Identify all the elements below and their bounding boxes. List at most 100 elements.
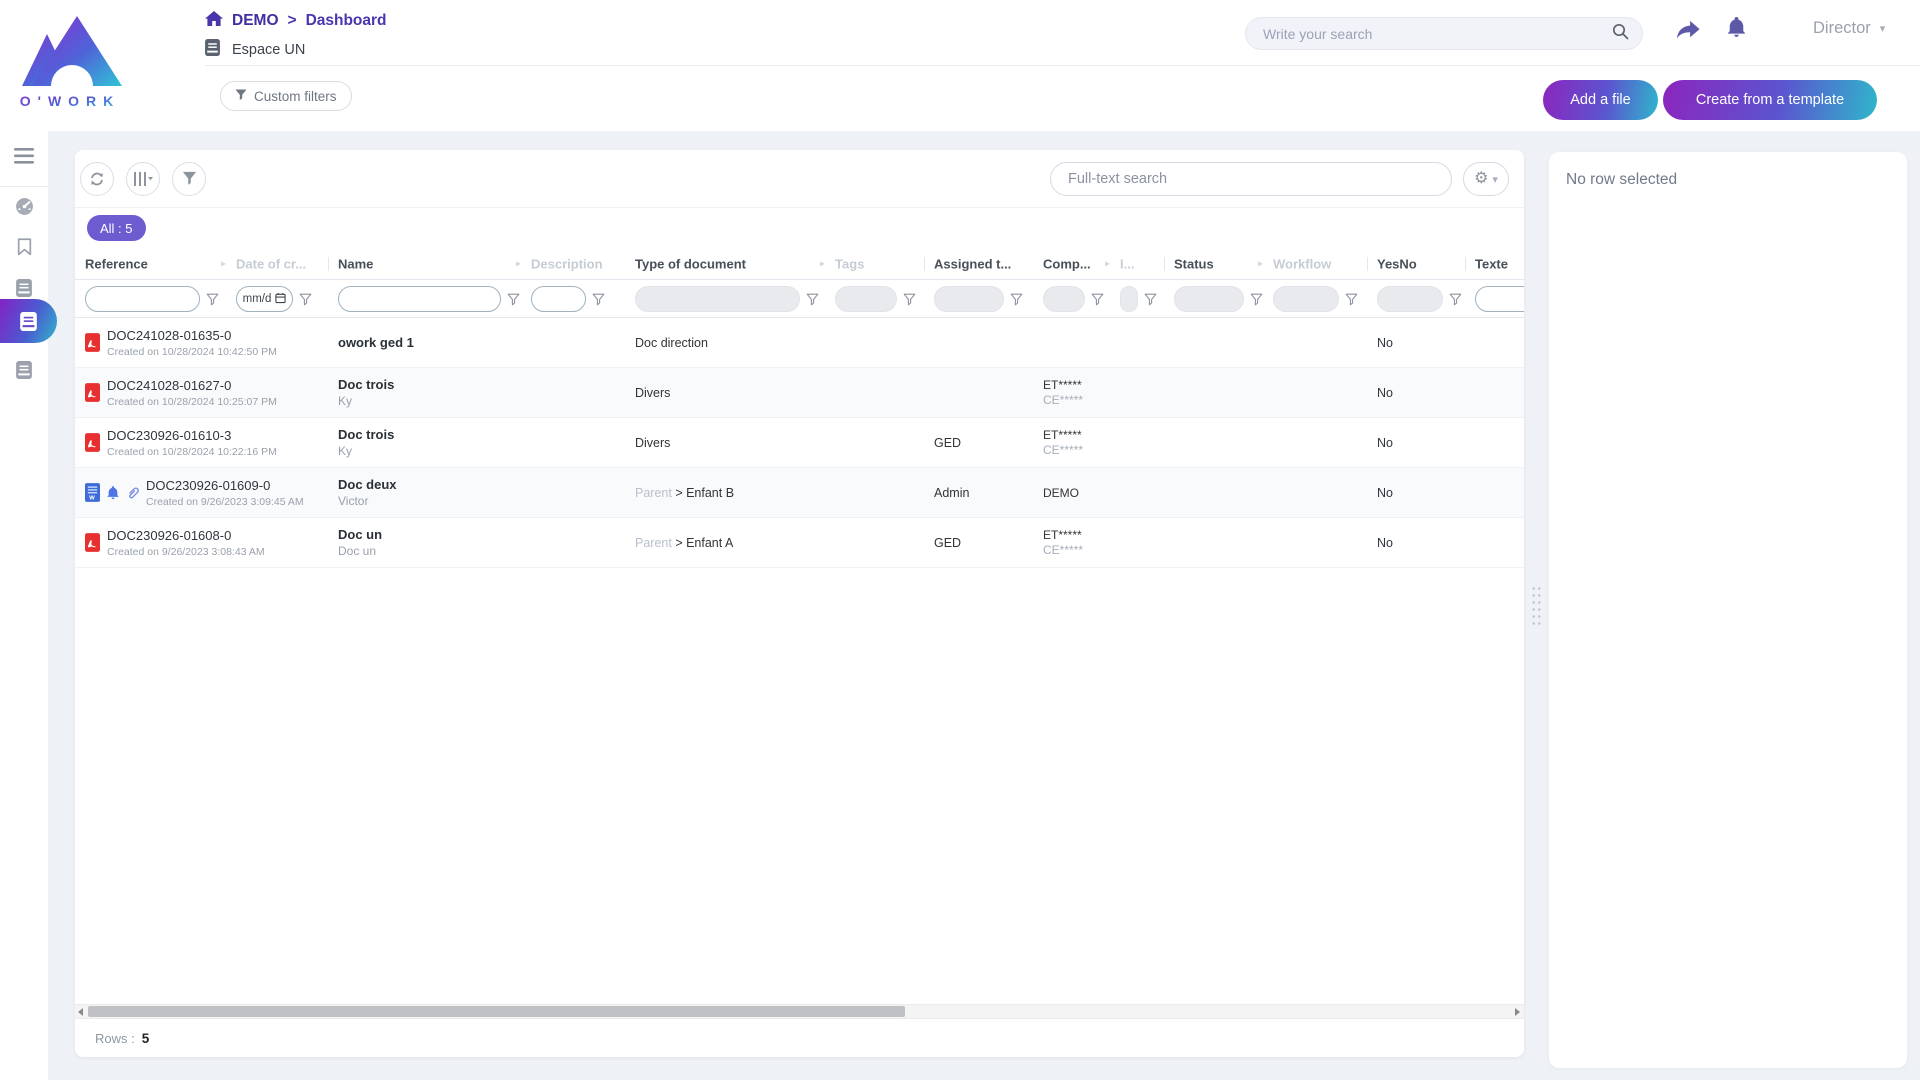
company-main: ET***** [1043,428,1083,442]
breadcrumb-root[interactable]: DEMO [232,12,279,30]
document-subname: Ky [338,394,394,408]
filter-funnel-date_of_creation[interactable] [299,293,312,311]
user-role: Director [1813,19,1871,38]
filter-funnel-reference[interactable] [206,293,219,311]
column-header-assigned_to[interactable]: Assigned t... [934,256,1011,271]
created-date: Created on 9/26/2023 3:08:43 AM [107,546,265,558]
filter-input-date_of_creation[interactable]: mm/d [236,286,293,312]
filter-input-texte[interactable] [1475,286,1524,312]
column-header-name[interactable]: Name [338,256,373,271]
breadcrumb: DEMO > Dashboard Espace UN [205,11,387,60]
document-grid-card: ⚙ ▾ All : 5 Reference▸Date of cr...Name▸… [75,150,1524,1057]
panel-resize-handle[interactable] [1531,585,1542,627]
book-icon [16,279,32,297]
bell-icon[interactable] [1727,17,1746,43]
table-row[interactable]: DOC230926-01610-3Created on 10/28/2024 1… [75,418,1524,468]
filter-funnel-i[interactable] [1144,293,1157,311]
column-header-company[interactable]: Comp... [1043,256,1091,271]
column-header-tags[interactable]: Tags [835,256,864,271]
funnel-icon [903,293,916,306]
yesno-cell: No [1377,418,1393,467]
book-icon [205,39,220,60]
search-icon[interactable] [1612,23,1629,45]
scroll-right-arrow[interactable] [1515,1008,1520,1016]
add-file-button[interactable]: Add a file [1543,80,1658,120]
filter-input-reference[interactable] [85,286,200,312]
funnel-icon [1144,293,1157,306]
refresh-button[interactable] [80,162,114,196]
filter-button[interactable] [172,162,206,196]
home-icon[interactable] [205,11,223,31]
filter-funnel-company[interactable] [1091,293,1104,311]
type-name: Divers [635,386,670,400]
menu-icon[interactable] [0,139,48,173]
yesno-cell: No [1377,318,1393,367]
grid-toolbar: ⚙ ▾ [75,150,1524,208]
reference-cell: wDOC230926-01609-0Created on 9/26/2023 3… [85,468,304,517]
column-header-i[interactable]: I... [1120,256,1134,271]
table-row[interactable]: DOC241028-01627-0Created on 10/28/2024 1… [75,368,1524,418]
table-row[interactable]: DOC241028-01635-0 Created on 10/28/2024 1… [75,318,1524,368]
table-row[interactable]: wDOC230926-01609-0Created on 9/26/2023 3… [75,468,1524,518]
horizontal-scrollbar[interactable] [75,1004,1524,1019]
rows-count: 5 [142,1031,150,1046]
global-search-input[interactable] [1263,26,1612,42]
column-header-yesno[interactable]: YesNo [1377,256,1417,271]
name-cell: owork ged 1 [338,318,414,367]
sidebar-item-archive[interactable] [0,353,48,387]
type-cell: Divers [635,368,670,417]
column-header-texte[interactable]: Texte [1475,256,1508,271]
filter-funnel-yesno[interactable] [1449,293,1462,311]
funnel-icon [1345,293,1358,306]
grid-settings-button[interactable]: ⚙ ▾ [1463,162,1509,196]
filter-funnel-tags[interactable] [903,293,916,311]
scrollbar-thumb[interactable] [88,1006,905,1017]
filter-funnel-workflow[interactable] [1345,293,1358,311]
column-header-status[interactable]: Status [1174,256,1214,271]
breadcrumb-separator: > [288,12,297,30]
column-header-description[interactable]: Description [531,256,603,271]
filter-funnel-name[interactable] [507,293,520,311]
filter-funnel-description[interactable] [592,293,605,311]
filter-funnel-type_of_document[interactable] [806,293,819,311]
table-empty-space [75,568,1524,1004]
reference-text: DOC230926-01609-0 [146,478,304,493]
column-header-workflow[interactable]: Workflow [1273,256,1331,271]
calendar-icon[interactable] [275,292,286,307]
app-logo[interactable]: O'WORK [14,8,126,121]
no-row-selected-message: No row selected [1566,171,1677,188]
filter-funnel-status[interactable] [1250,293,1263,311]
table-filter-row: mm/d [75,280,1524,318]
created-date: Created on 10/28/2024 10:42:50 PM [107,346,277,358]
sidebar-item-documents-active[interactable] [0,299,57,343]
sidebar-divider [0,186,48,187]
paperclip-icon [126,486,139,499]
fulltext-search-input[interactable] [1050,162,1452,196]
columns-button[interactable] [126,162,160,196]
reference-text: DOC241028-01635-0 [107,328,277,343]
share-icon[interactable] [1676,20,1700,44]
yesno-cell: No [1377,368,1393,417]
filter-input-description[interactable] [531,286,586,312]
sidebar-item-dashboard[interactable] [0,189,48,223]
filter-input-name[interactable] [338,286,501,312]
breadcrumb-current[interactable]: Dashboard [306,12,387,30]
type-parent: Parent [635,536,675,550]
sort-arrow-icon: ▸ [1105,258,1110,269]
user-menu[interactable]: Director ▾ [1813,19,1885,38]
filter-funnel-assigned_to[interactable] [1010,293,1023,311]
tab-all-count[interactable]: All : 5 [87,215,146,241]
filter-input-status [1174,286,1244,312]
column-header-type_of_document[interactable]: Type of document [635,256,746,271]
sidebar-item-bookmarks[interactable] [0,230,48,264]
funnel-icon [235,89,247,104]
column-header-date_of_creation[interactable]: Date of cr... [236,256,306,271]
filter-input-tags [835,286,897,312]
create-from-template-button[interactable]: Create from a template [1663,80,1877,120]
custom-filters-button[interactable]: Custom filters [220,81,352,111]
column-header-reference[interactable]: Reference [85,256,148,271]
reference-cell: DOC241028-01635-0 Created on 10/28/2024 1… [85,318,277,367]
scroll-left-arrow[interactable] [78,1008,83,1016]
date-filter-value: mm/d [243,293,272,305]
table-row[interactable]: DOC230926-01608-0Created on 9/26/2023 3:… [75,518,1524,568]
